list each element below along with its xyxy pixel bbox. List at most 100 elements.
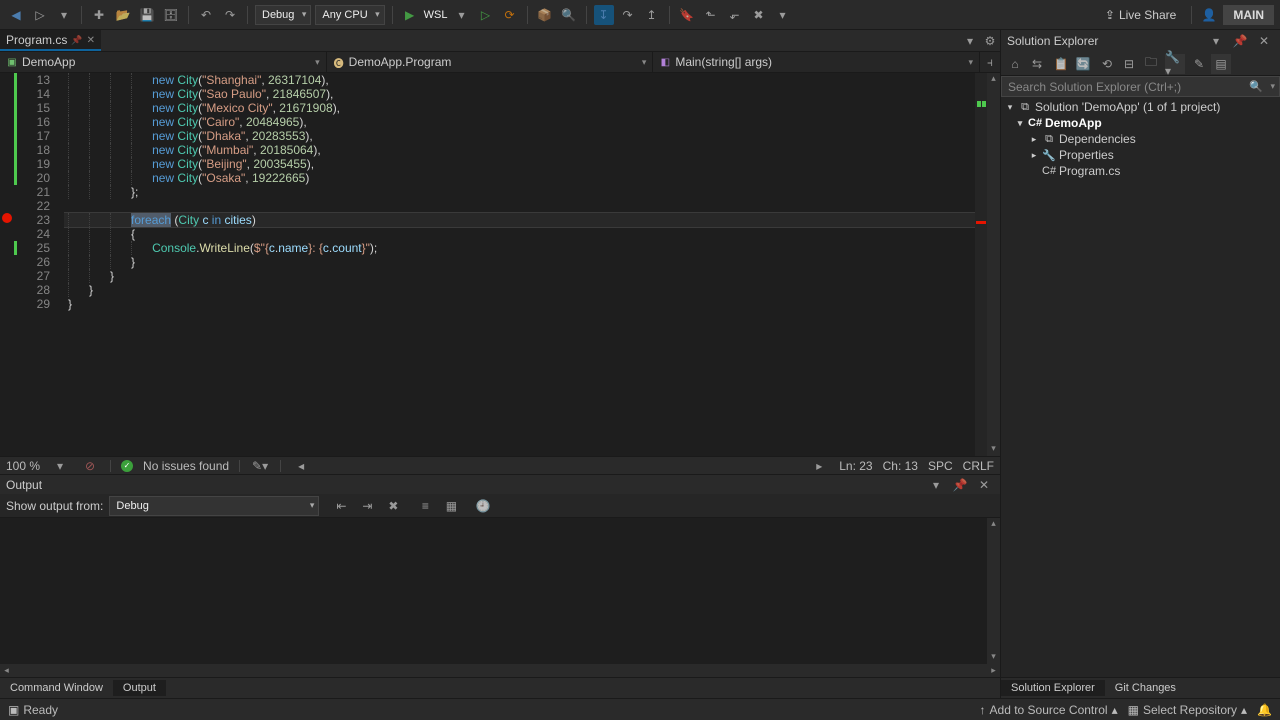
forward-icon[interactable]: ▷ <box>30 5 50 25</box>
issues-label[interactable]: No issues found <box>143 459 229 473</box>
sln-switch-view-icon[interactable]: ⇆ <box>1027 54 1047 74</box>
code-editor[interactable]: 1314151617181920212223242526272829 new C… <box>0 73 1000 456</box>
output-prev-icon[interactable]: ⇤ <box>331 496 351 516</box>
sln-collapse-icon[interactable]: ⊟ <box>1119 54 1139 74</box>
output-close-icon[interactable]: ✕ <box>974 475 994 495</box>
toolbar-overflow-icon[interactable]: ▾ <box>773 5 793 25</box>
scroll-down-icon[interactable]: ▾ <box>987 443 1000 456</box>
sln-properties-icon[interactable]: 🔧▾ <box>1165 54 1185 74</box>
hot-reload-icon[interactable]: ⟳ <box>500 5 520 25</box>
select-repo-button[interactable]: ▦Select Repository▴ <box>1128 703 1247 717</box>
repo-icon: ▦ <box>1128 703 1139 717</box>
breakpoint-margin[interactable] <box>0 73 14 456</box>
tree-item[interactable]: ▸🔧Properties <box>1001 147 1280 163</box>
nav-project-combo[interactable]: ▣DemoApp <box>0 52 327 72</box>
search-icon[interactable]: 🔍 <box>1249 80 1263 93</box>
tree-item[interactable]: ▸⧉Dependencies <box>1001 131 1280 147</box>
start-debug-icon[interactable]: ▶ <box>400 5 420 25</box>
sln-preview-icon[interactable]: ✎ <box>1189 54 1209 74</box>
scroll-up-icon[interactable]: ▴ <box>987 73 1000 86</box>
indent-mode[interactable]: SPC <box>928 459 953 473</box>
git-changes-tab[interactable]: Git Changes <box>1105 680 1186 696</box>
redo-icon[interactable]: ↷ <box>220 5 240 25</box>
new-item-icon[interactable]: ✚ <box>89 5 109 25</box>
zoom-dropdown-icon[interactable]: ▾ <box>50 456 70 476</box>
sln-view-icon[interactable]: ▤ <box>1211 54 1231 74</box>
brush-icon[interactable]: ✎▾ <box>250 456 270 476</box>
save-all-icon[interactable]: 🗄 <box>161 5 181 25</box>
sln-pending-icon[interactable]: 📋 <box>1051 54 1071 74</box>
share-icon: ⇪ <box>1105 8 1115 22</box>
error-filter-icon[interactable]: ⊘ <box>80 456 100 476</box>
bottom-left-tabs: Command Window Output <box>0 677 1000 698</box>
tree-item[interactable]: ▾C#DemoApp <box>1001 115 1280 131</box>
step-out-icon[interactable]: ↥ <box>642 5 662 25</box>
solution-explorer-header[interactable]: Solution Explorer ▾ 📌 ✕ <box>1001 30 1280 52</box>
sln-home-icon[interactable]: ⌂ <box>1005 54 1025 74</box>
close-tab-icon[interactable]: ✕ <box>87 35 95 46</box>
output-source-combobox[interactable]: Debug <box>109 496 319 516</box>
add-source-control-button[interactable]: ↑Add to Source Control▴ <box>980 703 1118 717</box>
output-timestamp-icon[interactable]: 🕘 <box>473 496 493 516</box>
start-without-debug-icon[interactable]: ▷ <box>476 5 496 25</box>
browse-icon[interactable]: 📦 <box>535 5 555 25</box>
solution-tree[interactable]: ▾⧉Solution 'DemoApp' (1 of 1 project)▾C#… <box>1001 97 1280 677</box>
hscroll-right-icon[interactable]: ▸ <box>809 456 829 476</box>
output-toggle-icon[interactable]: ▦ <box>441 496 461 516</box>
output-header[interactable]: Output ▾ 📌 ✕ <box>0 475 1000 494</box>
platform-combobox[interactable]: Any CPU <box>315 5 384 25</box>
output-next-icon[interactable]: ⇥ <box>357 496 377 516</box>
bookmark-clear-icon[interactable]: ✖ <box>749 5 769 25</box>
sln-sync-icon[interactable]: 🔄 <box>1073 54 1093 74</box>
bookmark-prev-icon[interactable]: ⬑ <box>701 5 721 25</box>
bookmark-next-icon[interactable]: ⬐ <box>725 5 745 25</box>
config-combobox[interactable]: Debug <box>255 5 311 25</box>
output-tab[interactable]: Output <box>113 680 166 696</box>
tree-item[interactable]: ▾⧉Solution 'DemoApp' (1 of 1 project) <box>1001 99 1280 115</box>
output-pin-icon[interactable]: 📌 <box>950 475 970 495</box>
nav-dropdown-icon[interactable]: ▾ <box>54 5 74 25</box>
hscroll-left-icon[interactable]: ◂ <box>291 456 311 476</box>
live-share-button[interactable]: ⇪Live Share <box>1097 6 1184 24</box>
code-body[interactable]: new City("Shanghai", 26317104), new City… <box>64 73 975 456</box>
find-in-files-icon[interactable]: 🔍 <box>559 5 579 25</box>
save-icon[interactable]: 💾 <box>137 5 157 25</box>
notifications-icon[interactable]: 🔔 <box>1257 703 1272 717</box>
run-target-label[interactable]: WSL <box>424 9 448 21</box>
step-over-icon[interactable]: ↷ <box>618 5 638 25</box>
open-icon[interactable]: 📂 <box>113 5 133 25</box>
output-horizontal-scrollbar[interactable]: ◂▸ <box>0 664 1000 677</box>
sln-close-icon[interactable]: ✕ <box>1254 31 1274 51</box>
editor-vertical-scrollbar[interactable]: ▴ ▾ <box>987 73 1000 456</box>
nav-method-combo[interactable]: ◧Main(string[] args) <box>653 52 980 72</box>
command-window-tab[interactable]: Command Window <box>0 680 113 696</box>
sln-pin-icon[interactable]: 📌 <box>1230 31 1250 51</box>
file-tab[interactable]: Program.cs 📌 ✕ <box>0 30 101 51</box>
app-statusbar: ▣Ready ↑Add to Source Control▴ ▦Select R… <box>0 698 1280 720</box>
account-icon[interactable]: 👤 <box>1199 5 1219 25</box>
sln-dropdown-icon[interactable]: ▾ <box>1206 31 1226 51</box>
output-clear-icon[interactable]: ✖ <box>383 496 403 516</box>
tab-dropdown-icon[interactable]: ▾ <box>960 31 980 51</box>
zoom-level[interactable]: 100 % <box>6 459 40 473</box>
pin-icon[interactable]: 📌 <box>71 35 82 46</box>
tree-item[interactable]: C#Program.cs <box>1001 163 1280 179</box>
sln-refresh-icon[interactable]: ⟲ <box>1097 54 1117 74</box>
tab-settings-icon[interactable]: ⚙ <box>980 31 1000 51</box>
split-editor-icon[interactable]: ⫞ <box>980 52 1000 72</box>
main-branch-button[interactable]: MAIN <box>1223 5 1274 25</box>
output-wrap-icon[interactable]: ≡ <box>415 496 435 516</box>
sln-show-all-icon[interactable]: 🗀 <box>1141 54 1161 74</box>
solution-search-input[interactable]: Search Solution Explorer (Ctrl+;) 🔍 <box>1001 76 1280 97</box>
output-vertical-scrollbar[interactable]: ▴▾ <box>987 518 1000 664</box>
output-body[interactable]: ▴▾ <box>0 518 1000 664</box>
nav-class-combo[interactable]: 🅒DemoApp.Program <box>327 52 654 72</box>
back-icon[interactable]: ◀ <box>6 5 26 25</box>
output-dropdown-icon[interactable]: ▾ <box>926 475 946 495</box>
line-ending[interactable]: CRLF <box>963 459 994 473</box>
step-icon[interactable]: ↧ <box>594 5 614 25</box>
solution-explorer-tab[interactable]: Solution Explorer <box>1001 680 1105 696</box>
run-target-dropdown-icon[interactable]: ▾ <box>452 5 472 25</box>
undo-icon[interactable]: ↶ <box>196 5 216 25</box>
bookmark-icon[interactable]: 🔖 <box>677 5 697 25</box>
